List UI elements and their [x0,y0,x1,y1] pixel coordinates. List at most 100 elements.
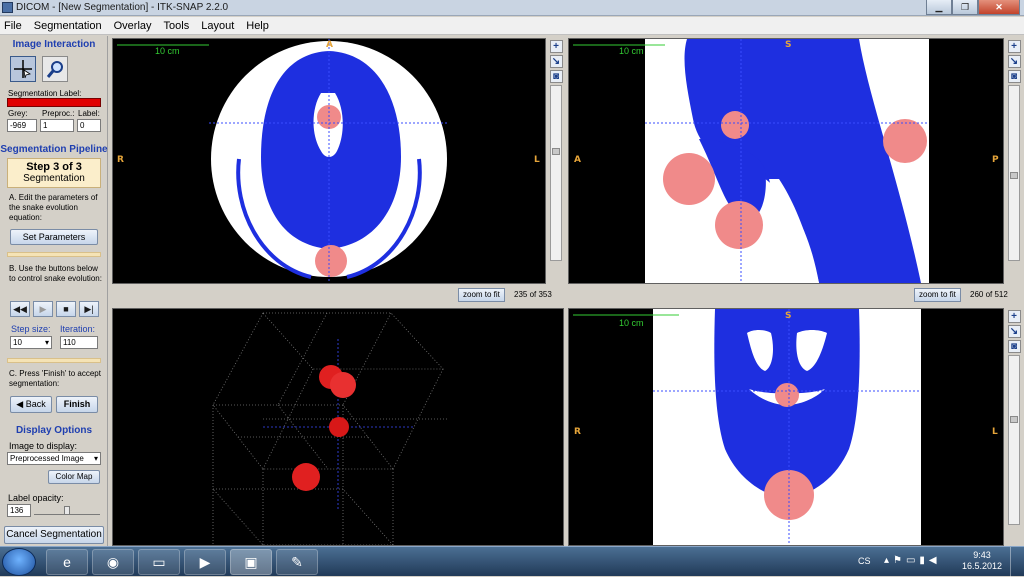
instruction-a: A. Edit the parameters of the snake evol… [9,193,98,222]
step-size-caption: Step size: [11,324,51,334]
image-to-display-caption: Image to display: [9,441,78,451]
step-title: Step 3 of 3 [26,161,82,173]
app-icon [2,2,13,13]
axial-orient-right: L [534,155,540,165]
sagittal-slice-scrollbar[interactable] [1008,85,1020,261]
menu-help[interactable]: Help [246,20,269,32]
zoom-tool-button[interactable] [42,56,68,82]
display-options-title: Display Options [15,425,93,436]
stop-button[interactable]: ■ [56,301,76,317]
cancel-segmentation-button[interactable]: Cancel Segmentation [4,526,104,544]
maximize-button[interactable]: ❐ [952,0,978,15]
explorer-taskbar-icon[interactable]: ▭ [138,549,180,575]
sagittal-footer: zoom to fit 260 of 512 [568,285,1022,305]
coronal-camera-button[interactable]: ◙ [1007,340,1021,353]
axial-link-button[interactable]: ↘ [549,55,563,68]
image-display-select[interactable]: Preprocessed Image ▾ [7,452,101,465]
sagittal-side-toolbar: + ↘ ◙ [1006,38,1022,284]
show-desktop-button[interactable] [1010,547,1024,577]
back-arrow-icon: ◀ [16,399,26,409]
opacity-slider-thumb[interactable] [64,506,70,515]
sagittal-scale-label: 10 cm [619,46,644,56]
axial-scroll-thumb[interactable] [552,148,560,155]
set-parameters-button[interactable]: Set Parameters [10,229,98,245]
minimize-button[interactable]: ▁ [926,0,952,15]
axial-view[interactable]: 10 cm A R L [112,38,546,284]
back-label: Back [25,399,46,409]
coronal-expand-button[interactable]: + [1007,310,1021,323]
ie-taskbar-icon[interactable]: e [46,549,88,575]
window-title: DICOM - [New Segmentation] - ITK-SNAP 2.… [16,2,229,13]
sagittal-expand-button[interactable]: + [1007,40,1021,53]
tray-icons[interactable]: ▴⚑▭▮◀ [884,555,941,566]
step-forward-button[interactable]: ▶ [33,301,53,317]
axial-camera-button[interactable]: ◙ [549,70,563,83]
menu-overlay[interactable]: Overlay [114,20,152,32]
clock-date: 16.5.2012 [961,561,1002,571]
crosshair-tool-button[interactable] [10,56,36,82]
menu-tools[interactable]: Tools [164,20,190,32]
clock[interactable]: 9:43 16.5.2012 [962,550,1002,572]
close-button[interactable]: ✕ [978,0,1020,15]
coronal-orient-left: R [574,427,581,437]
coronal-orient-right: L [992,427,998,437]
pipeline-divider-2 [7,358,101,363]
sagittal-link-button[interactable]: ↘ [1007,55,1021,68]
sagittal-orient-right: P [992,155,999,165]
firefox-taskbar-icon[interactable]: ◉ [92,549,134,575]
coronal-link-button[interactable]: ↘ [1007,325,1021,338]
image-display-value: Preprocessed Image [10,454,84,463]
opacity-slider[interactable] [34,506,100,515]
camera-icon: ◙ [552,71,560,82]
rewind-button[interactable]: ◀◀ [10,301,30,317]
menu-layout[interactable]: Layout [201,20,234,32]
media-player-taskbar-icon[interactable]: ▶ [184,549,226,575]
sagittal-camera-button[interactable]: ◙ [1007,70,1021,83]
back-button[interactable]: ◀ Back [10,396,52,413]
start-button[interactable] [2,548,36,576]
axial-orient-top: A [326,40,333,50]
coronal-orient-top: S [785,311,792,321]
step-subtitle: Segmentation [23,173,85,184]
play-button[interactable]: ▶| [79,301,99,317]
title-bar: DICOM - [New Segmentation] - ITK-SNAP 2.… [0,0,1024,16]
axial-slice-image [117,39,449,283]
3d-render [212,312,448,546]
coronal-slice-image [573,309,921,545]
preproc-value: 1 [40,119,74,132]
axial-side-toolbar: + ↘ ◙ [548,38,564,284]
color-map-button[interactable]: Color Map [48,470,100,484]
axial-slice-scrollbar[interactable] [550,85,562,261]
itksnap-taskbar-icon[interactable]: ▣ [230,549,272,575]
image-interaction-title: Image Interaction [12,39,96,50]
coronal-scroll-thumb[interactable] [1010,416,1018,423]
pipeline-title: Segmentation Pipeline [0,144,108,155]
axial-slice-count: 235 of 353 [514,290,552,299]
sagittal-zoom-to-fit-button[interactable]: zoom to fit [914,288,961,302]
step-size-select[interactable]: 10 ▾ [10,336,52,349]
menu-segmentation[interactable]: Segmentation [34,20,102,32]
coronal-slice-scrollbar[interactable] [1008,355,1020,525]
menu-file[interactable]: File [4,20,22,32]
pipeline-divider [7,252,101,257]
sagittal-view[interactable]: 10 cm S A P [568,38,1004,284]
axial-expand-button[interactable]: + [549,40,563,53]
label-caption: Label: [78,109,100,118]
axial-zoom-to-fit-button[interactable]: zoom to fit [458,288,505,302]
step-size-value: 10 [13,338,22,347]
paint-taskbar-icon[interactable]: ✎ [276,549,318,575]
sagittal-scroll-thumb[interactable] [1010,172,1018,179]
segmentation-label-caption: Segmentation Label: [8,89,82,98]
chevron-down-icon: ▾ [93,454,98,463]
axial-scale-label: 10 cm [155,46,180,56]
instruction-c: C. Press 'Finish' to accept segmentation… [9,369,101,388]
coronal-view[interactable]: 10 cm S R L [568,308,1004,546]
finish-button[interactable]: Finish [56,396,98,413]
3d-view[interactable] [112,308,564,546]
segmentation-label-color[interactable] [7,98,101,107]
coronal-side-toolbar: + ↘ ◙ [1006,308,1022,546]
crosshair-icon [14,60,32,79]
grey-caption: Grey: [8,109,28,118]
axial-footer: zoom to fit 235 of 353 [112,285,564,305]
language-indicator[interactable]: CS [858,556,871,566]
